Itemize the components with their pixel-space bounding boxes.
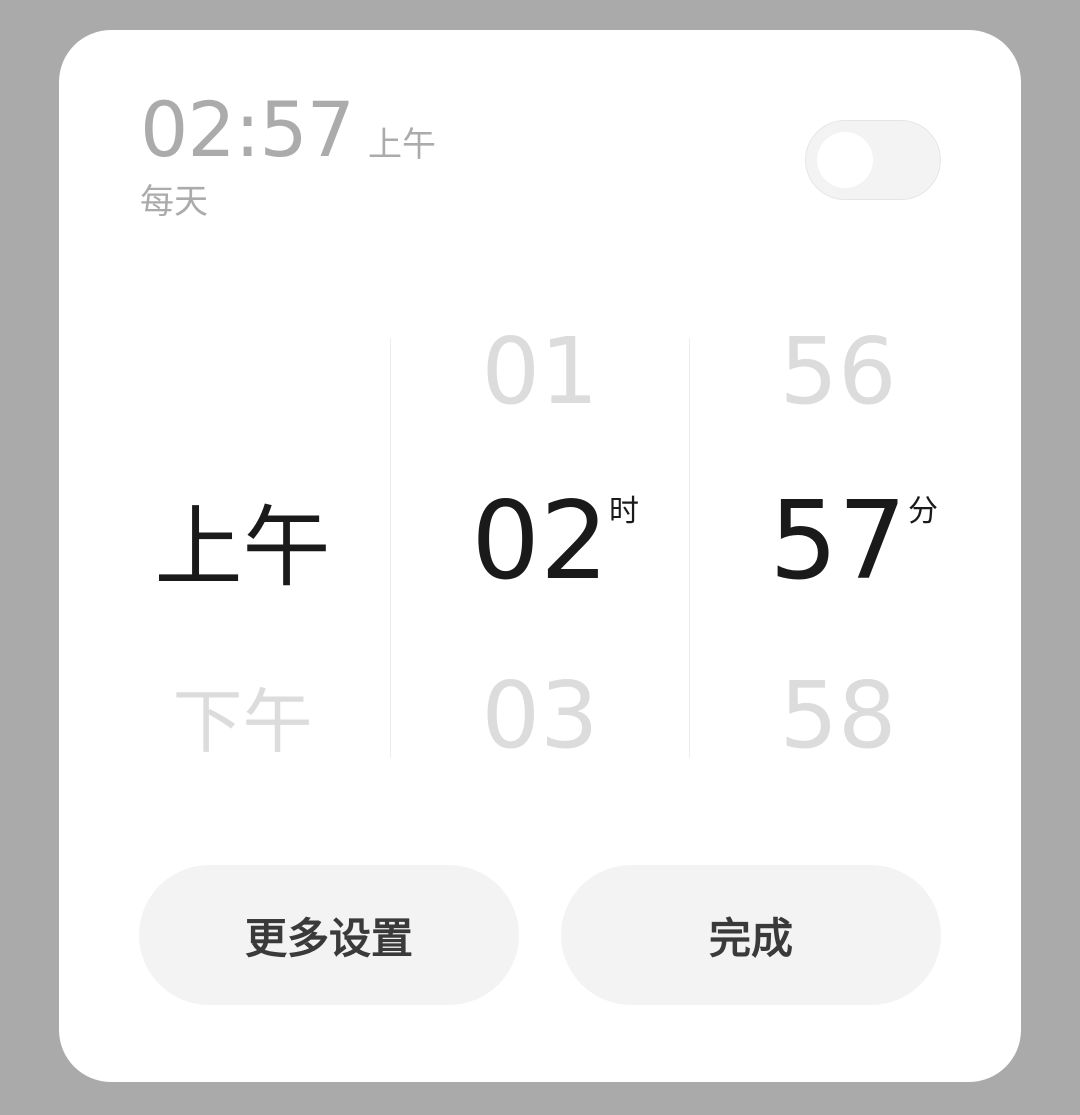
more-settings-button[interactable]: 更多设置 [139,865,519,1005]
alarm-enable-toggle[interactable] [805,120,941,200]
minute-prev[interactable]: 56 [738,322,938,422]
repeat-label: 每天 [140,182,208,222]
summary-ampm: 上午 [368,125,437,165]
minute-unit-label: 分 [908,494,938,529]
hour-unit-label: 时 [609,494,639,529]
toggle-knob [817,132,873,188]
column-divider [390,338,391,758]
period-selected[interactable]: 上午 [140,498,345,598]
minute-next[interactable]: 58 [738,666,938,766]
done-button[interactable]: 完成 [561,865,941,1005]
hour-prev[interactable]: 01 [440,322,640,422]
column-divider [689,338,690,758]
alarm-summary: 02:57 上午 [140,88,436,172]
summary-time: 02:57 [140,85,355,174]
hour-next[interactable]: 03 [440,666,640,766]
period-next[interactable]: 下午 [140,680,345,764]
